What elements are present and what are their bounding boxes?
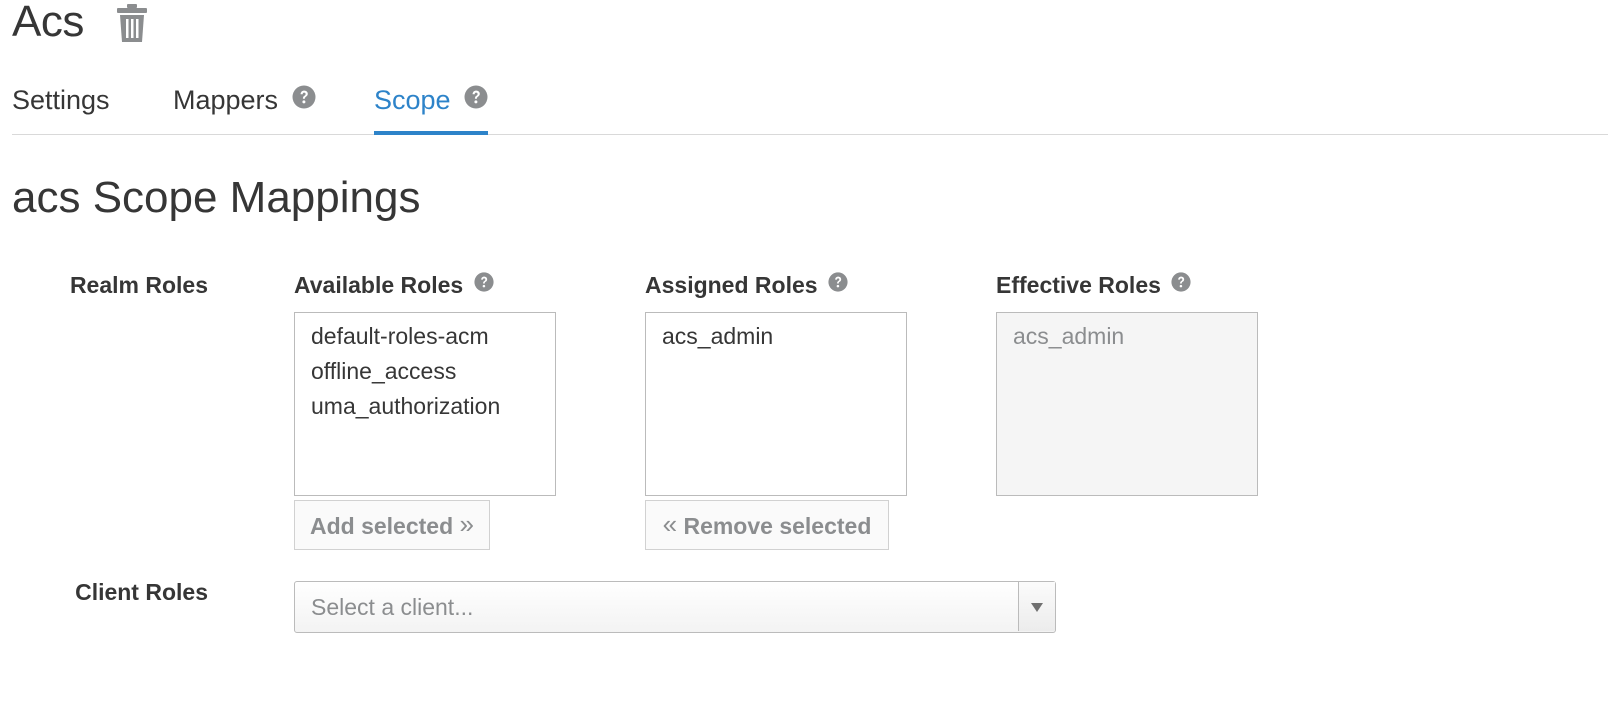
tab-label: Mappers (173, 85, 279, 115)
tab-bar: Settings Mappers Scope (12, 78, 1608, 135)
list-item[interactable]: acs_admin (662, 319, 906, 354)
question-circle-icon[interactable] (464, 78, 488, 122)
effective-roles-list: acs_admin (996, 312, 1258, 496)
question-circle-icon[interactable] (473, 271, 494, 298)
tab-settings[interactable]: Settings (12, 78, 110, 134)
list-item[interactable]: uma_authorization (311, 389, 555, 424)
dropdown-toggle[interactable] (1018, 582, 1055, 631)
remove-selected-button[interactable]: « Remove selected (645, 500, 889, 550)
tab-mappers[interactable]: Mappers (173, 78, 316, 134)
effective-roles-header: Effective Roles (996, 272, 1191, 300)
tab-label: Scope (374, 85, 451, 115)
effective-roles-label: Effective Roles (996, 272, 1161, 298)
question-circle-icon[interactable] (292, 78, 316, 122)
page-title: Acs (12, 0, 84, 46)
client-select-placeholder: Select a client... (311, 594, 474, 620)
available-roles-list[interactable]: default-roles-acm offline_access uma_aut… (294, 312, 556, 496)
add-selected-label: Add selected (309, 512, 454, 539)
caret-down-icon (1031, 603, 1043, 612)
active-tab-indicator (374, 131, 489, 135)
client-roles-label: Client Roles (75, 579, 208, 605)
list-item[interactable]: offline_access (311, 354, 555, 389)
section-heading: acs Scope Mappings (12, 173, 421, 222)
assigned-roles-list[interactable]: acs_admin (645, 312, 907, 496)
available-roles-label: Available Roles (294, 272, 464, 298)
remove-selected-label: Remove selected (683, 512, 872, 539)
realm-roles-label: Realm Roles (69, 272, 208, 298)
assigned-roles-header: Assigned Roles (645, 272, 848, 300)
assigned-roles-label: Assigned Roles (645, 272, 818, 298)
trash-icon[interactable] (116, 4, 148, 42)
tab-label: Settings (12, 85, 110, 115)
list-item[interactable]: default-roles-acm (311, 319, 555, 354)
tab-scope[interactable]: Scope (374, 78, 489, 135)
list-item: acs_admin (1013, 323, 1125, 349)
double-chevron-right-icon: » (459, 508, 474, 539)
add-selected-button[interactable]: Add selected » (294, 500, 490, 550)
client-select[interactable]: Select a client... (294, 581, 1056, 633)
double-chevron-left-icon: « (662, 508, 678, 539)
question-circle-icon[interactable] (828, 271, 848, 298)
question-circle-icon[interactable] (1171, 271, 1191, 298)
available-roles-header: Available Roles (294, 272, 494, 300)
